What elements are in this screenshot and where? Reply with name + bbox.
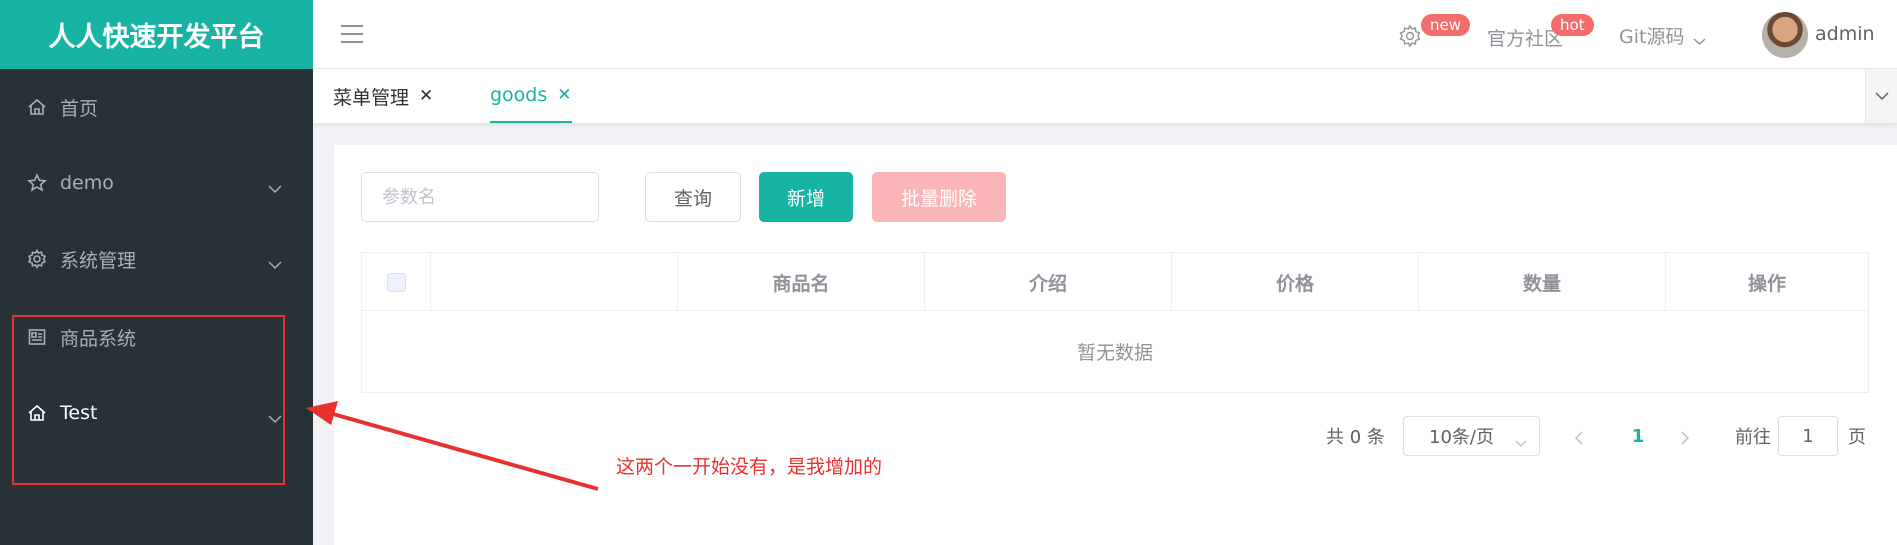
add-button[interactable]: 新增 [759,172,853,222]
annotation-text: 这两个一开始没有，是我增加的 [616,456,883,478]
goods-table: 商品名 介绍 价格 数量 操作 暂无数据 [361,252,1869,393]
column-header-intro: 介绍 [925,253,1172,311]
page-size-value: 10条/页 [1429,427,1494,448]
sidebar-item-label: 系统管理 [60,249,137,272]
hot-badge: hot [1551,14,1594,36]
tab-goods[interactable]: goods ✕ [490,69,572,123]
home-icon [26,96,48,118]
top-bar: new 官方社区 hot Git源码 admin [313,0,1897,69]
batch-delete-button[interactable]: 批量删除 [872,172,1006,222]
table-header: 商品名 介绍 价格 数量 操作 [362,253,1868,311]
tabs-dropdown-button[interactable] [1865,69,1897,123]
sidebar-item-demo[interactable]: demo [0,145,313,221]
column-header-price: 价格 [1172,253,1419,311]
pagination-total: 共 0 条 [1326,427,1385,448]
star-icon [26,172,48,194]
chevron-down-icon [1515,432,1527,448]
column-header-actions: 操作 [1747,272,1786,295]
gear-icon [26,248,48,270]
sidebar-item-label: demo [60,172,114,194]
page-number-current[interactable]: 1 [1623,416,1653,456]
select-all-checkbox[interactable] [386,272,406,292]
query-button[interactable]: 查询 [645,172,741,222]
sidebar-item-label: 首页 [60,97,99,120]
chevron-down-icon [1693,31,1706,46]
git-source-menu[interactable]: Git源码 [1619,22,1684,49]
menu-toggle-icon[interactable] [341,25,363,43]
content-card: 查询 新增 批量删除 商品名 介绍 价格 数量 操作 暂无数据 共 0 条 10… [334,145,1897,545]
empty-state: 暂无数据 [1076,342,1153,364]
close-icon[interactable]: ✕ [419,86,433,106]
sidebar-item-home[interactable]: 首页 [0,69,313,145]
annotation-highlight-box [12,315,285,485]
app-title: 人人快速开发平台 [0,0,313,69]
username[interactable]: admin [1815,23,1875,45]
tab-label: 菜单管理 [333,86,410,109]
chevron-down-icon [1874,92,1889,101]
goto-suffix: 页 [1848,427,1866,448]
tab-menu-management[interactable]: 菜单管理 ✕ [333,69,433,123]
column-header-name: 商品名 [678,253,925,311]
new-badge: new [1421,14,1471,36]
avatar[interactable] [1762,12,1808,58]
tab-label: goods [490,84,548,106]
page-size-select[interactable]: 10条/页 [1403,416,1540,456]
tab-bar: 菜单管理 ✕ goods ✕ [313,69,1897,123]
column-header-quantity: 数量 [1419,253,1666,311]
settings-icon[interactable] [1398,24,1422,48]
sidebar-item-system[interactable]: 系统管理 [0,221,313,297]
close-icon[interactable]: ✕ [557,85,571,105]
prev-page-icon[interactable] [1574,430,1584,445]
chevron-down-icon [268,253,282,270]
select-all-cell [362,253,431,311]
column-header [431,253,678,311]
goto-prefix: 前往 [1735,427,1771,448]
search-input[interactable] [361,172,599,222]
next-page-icon[interactable] [1680,430,1690,445]
goto-page-input[interactable] [1778,416,1838,456]
chevron-down-icon [268,177,282,194]
